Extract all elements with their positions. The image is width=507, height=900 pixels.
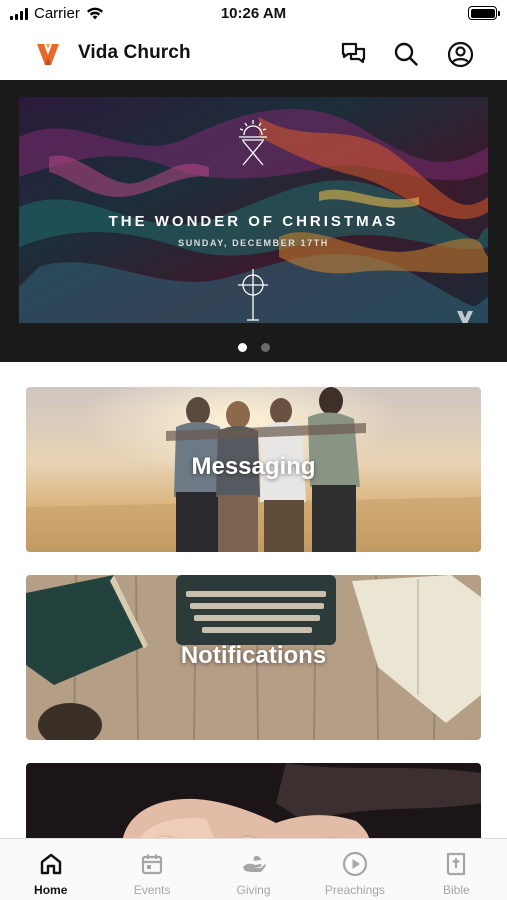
status-bar: Carrier 10:26 AM: [0, 0, 507, 30]
tab-home[interactable]: Home: [0, 839, 101, 900]
calendar-icon: [142, 854, 163, 875]
battery-icon: [468, 6, 500, 20]
search-icon: [394, 42, 418, 66]
tab-bible-label: Bible: [442, 883, 470, 897]
carousel-dots[interactable]: [0, 343, 507, 352]
tab-events[interactable]: Events: [101, 839, 202, 900]
account-button[interactable]: [444, 38, 476, 70]
messaging-label: Messaging: [191, 453, 316, 480]
chat-button[interactable]: [338, 38, 370, 70]
tab-home-label: Home: [34, 883, 68, 897]
carousel-dot-1[interactable]: [237, 343, 247, 352]
tab-giving[interactable]: Giving: [203, 839, 304, 900]
play-circle-icon: [342, 851, 368, 877]
account-icon: [447, 41, 473, 67]
chat-icon: [341, 42, 366, 64]
hero-carousel[interactable]: THE WONDER OF CHRISTMAS SUNDAY, DECEMBER…: [0, 80, 507, 362]
search-button[interactable]: [390, 38, 422, 70]
messaging-card[interactable]: Messaging: [26, 387, 481, 552]
app-header: Vida Church: [0, 30, 507, 78]
bible-icon: [447, 852, 466, 876]
vida-logo-icon: [37, 44, 59, 65]
notifications-label: Notifications: [180, 642, 327, 669]
status-time: 10:26 AM: [220, 5, 287, 22]
tab-preachings-label: Preachings: [324, 883, 385, 897]
tab-bible[interactable]: Bible: [406, 839, 507, 900]
prayer-requests-card[interactable]: Prayer Requests: [26, 763, 481, 843]
tab-giving-label: Giving: [236, 883, 271, 897]
carousel-dot-2[interactable]: [260, 343, 270, 352]
hero-title: THE WONDER OF CHRISTMAS: [108, 213, 399, 230]
notifications-card[interactable]: Notifications: [26, 575, 481, 740]
home-icon: [40, 853, 61, 875]
tab-events-label: Events: [133, 883, 171, 897]
bottom-tab-bar: Home Events Giving Preachings Bible: [0, 838, 507, 900]
praying-hands-image: [26, 763, 481, 843]
tab-preachings[interactable]: Preachings: [304, 839, 405, 900]
hero-slide[interactable]: THE WONDER OF CHRISTMAS SUNDAY, DECEMBER…: [19, 97, 488, 323]
hero-subtitle: SUNDAY, DECEMBER 17TH: [178, 238, 329, 248]
hero-background-art: [19, 97, 488, 323]
app-title: Vida Church: [78, 42, 191, 63]
giving-hand-icon: [242, 856, 266, 872]
